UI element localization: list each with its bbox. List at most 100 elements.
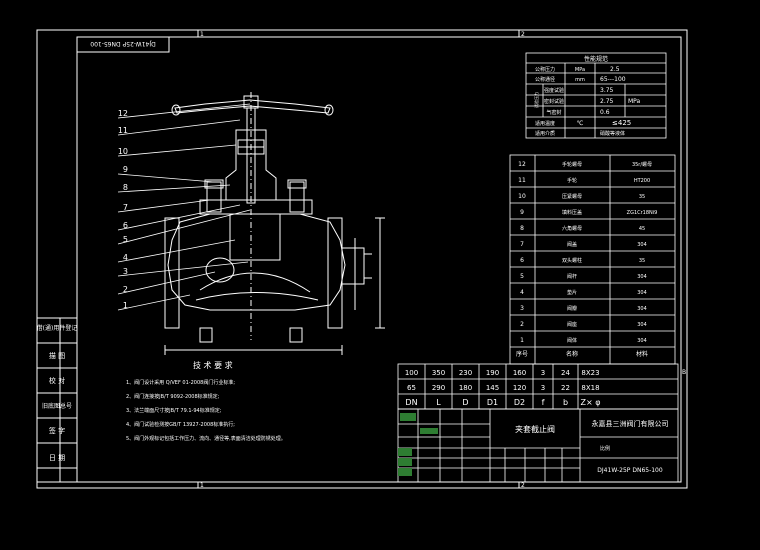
part-number-label: 8 — [123, 183, 128, 192]
dim-row-b-cell: 290 — [432, 384, 445, 392]
parts-row-name: 阀盖 — [567, 241, 577, 248]
dim-header-cell: D1 — [487, 398, 498, 407]
green-marker-2 — [398, 458, 412, 466]
perf-row-6-label: 适用介质 — [535, 130, 555, 137]
perf-row-6-value: 硝酸等液体 — [600, 130, 625, 137]
title-block-name: 夹套截止阀 — [515, 424, 555, 434]
dim-row-a-cell: 350 — [432, 369, 445, 377]
dim-row-b-cell: 3 — [541, 384, 545, 392]
parts-table — [509, 154, 676, 365]
parts-row-name: 六角螺母 — [562, 225, 582, 232]
parts-row-material: ZG1Cr18Ni9 — [627, 210, 658, 216]
dim-row-a-cell: 8X23 — [581, 369, 599, 377]
parts-row-material: 35r/螺母 — [632, 161, 652, 168]
part-number-labels: 12 11 10 9 8 7 6 5 4 3 2 1 — [118, 109, 128, 310]
left-strip-label-5: 日 期 — [49, 454, 65, 462]
valve-seat — [205, 257, 235, 283]
valve-body — [167, 213, 346, 311]
parts-row-no: 11 — [518, 177, 526, 184]
dim-row-b-cell: 145 — [486, 384, 499, 392]
parts-row-material: 35 — [639, 194, 645, 200]
flange-right — [327, 217, 343, 329]
parts-header-material: 材料 — [636, 350, 648, 358]
dim-header-cell: f — [542, 398, 545, 407]
dim-row-a-cell: 100 — [405, 369, 418, 377]
dim-row-b-cell: 180 — [459, 384, 472, 392]
header-code-text: DJ41W-25P DN65-100 — [90, 40, 156, 47]
parts-row-no: 9 — [520, 209, 524, 216]
perf-row-5-label: 适用温度 — [535, 120, 555, 127]
perf-row-4-sub: 气密封 — [546, 109, 561, 116]
parts-row-material: 35 — [639, 258, 645, 264]
parts-row-material: 304 — [637, 242, 647, 248]
green-marker-3 — [398, 468, 412, 476]
part-number-label: 6 — [123, 221, 128, 230]
valve-drawing-sheet: 1 2 1 2 B DJ41W-25P DN65-100 借(通)用件登记 描 … — [36, 29, 688, 489]
dim-header-cell: D — [462, 398, 468, 407]
tech-req-title: 技 术 要 求 — [193, 360, 233, 370]
tech-req-item-4: 4、阀门试验检测按GB/T 13927-2008标准执行; — [126, 421, 235, 428]
parts-header-name: 名称 — [566, 350, 578, 358]
left-strip-label-4: 签 字 — [49, 426, 65, 435]
parts-row-material: 304 — [637, 306, 647, 312]
part-number-label: 7 — [123, 203, 128, 212]
dim-header-cell: D2 — [514, 398, 525, 407]
perf-row-1-label: 公称通径 — [535, 76, 555, 83]
dim-row-b-cell: 120 — [513, 384, 526, 392]
tech-req-item-3: 3、法兰端面尺寸按JB/T 79.1-94标准规定; — [126, 407, 222, 414]
parts-row-material: 45 — [639, 226, 645, 232]
handwheel — [174, 99, 331, 114]
perf-row-2-sub: 强度试验 — [544, 87, 564, 94]
perf-row-2-label: 试验压力 — [533, 92, 539, 108]
parts-row-name: 阀体 — [567, 337, 577, 344]
part-number-label: 12 — [118, 109, 128, 118]
dim-row-b-cell: 8X18 — [581, 384, 599, 392]
part-number-label: 4 — [123, 253, 128, 262]
perf-row-3-value: 2.75 — [600, 98, 614, 105]
perf-row-0-label: 公称压力 — [535, 66, 555, 73]
parts-row-material: 304 — [637, 274, 647, 280]
inner-frame — [76, 36, 682, 483]
title-block-code: DJ41W-25P DN65-100 — [597, 467, 663, 474]
perf-row-5-unit: ℃ — [577, 120, 584, 127]
left-strip-label-3: 旧底图总号 — [42, 402, 72, 410]
dim-row-a-cell: 230 — [459, 369, 472, 377]
parts-row-name: 垫片 — [567, 289, 577, 296]
dim-header-cell: L — [436, 398, 441, 407]
parts-row-no: 8 — [520, 225, 524, 232]
parts-row-no: 5 — [520, 273, 524, 280]
parts-row-name: 阀杆 — [567, 273, 577, 280]
dim-row-a-cell: 190 — [486, 369, 499, 377]
left-strip-label-2: 校 对 — [49, 376, 65, 385]
flange-left — [164, 217, 180, 329]
parts-row-no: 7 — [520, 241, 524, 248]
part-number-label: 5 — [123, 235, 128, 244]
parts-row-name: 阀座 — [567, 321, 577, 328]
dim-row-a-cell: 160 — [513, 369, 526, 377]
part-number-label: 1 — [123, 301, 128, 310]
parts-row-name: 双头螺柱 — [562, 257, 582, 264]
part-number-label: 9 — [123, 165, 128, 174]
leader-lines — [117, 103, 251, 311]
dimension-cells: 100 350 230 190 160 3 24 8X23 65 290 180 145 120 3 22 8… — [405, 364, 601, 409]
perf-row-3-unit: MPa — [628, 98, 641, 105]
dim-header-cell: DN — [405, 398, 417, 407]
stud-bolt-right — [289, 181, 305, 213]
dim-row-b-cell: 22 — [561, 384, 570, 392]
parts-row-material: 304 — [637, 322, 647, 328]
parts-row-no: 2 — [520, 321, 524, 328]
perf-row-5-value: ≤425 — [612, 119, 631, 127]
parts-row-name: 手轮 — [567, 177, 577, 184]
dim-header-cell: b — [563, 398, 568, 407]
perf-row-1-unit: mm — [575, 77, 585, 83]
perf-row-2-value: 3.75 — [600, 87, 614, 94]
parts-row-material: HT200 — [634, 178, 650, 184]
zone-mark-right: B — [682, 369, 686, 376]
part-number-label: 3 — [123, 267, 128, 276]
title-block-scale: 比例 — [600, 445, 610, 452]
parts-row-no: 6 — [520, 257, 524, 264]
tech-req-item-1: 1、阀门设计采用 Q/VEF 01-2008阀门行业标准; — [126, 379, 235, 386]
parts-row-name: 阀瓣 — [567, 305, 577, 312]
parts-row-no: 3 — [520, 305, 524, 312]
zone-mark-top-2: 2 — [521, 31, 525, 38]
